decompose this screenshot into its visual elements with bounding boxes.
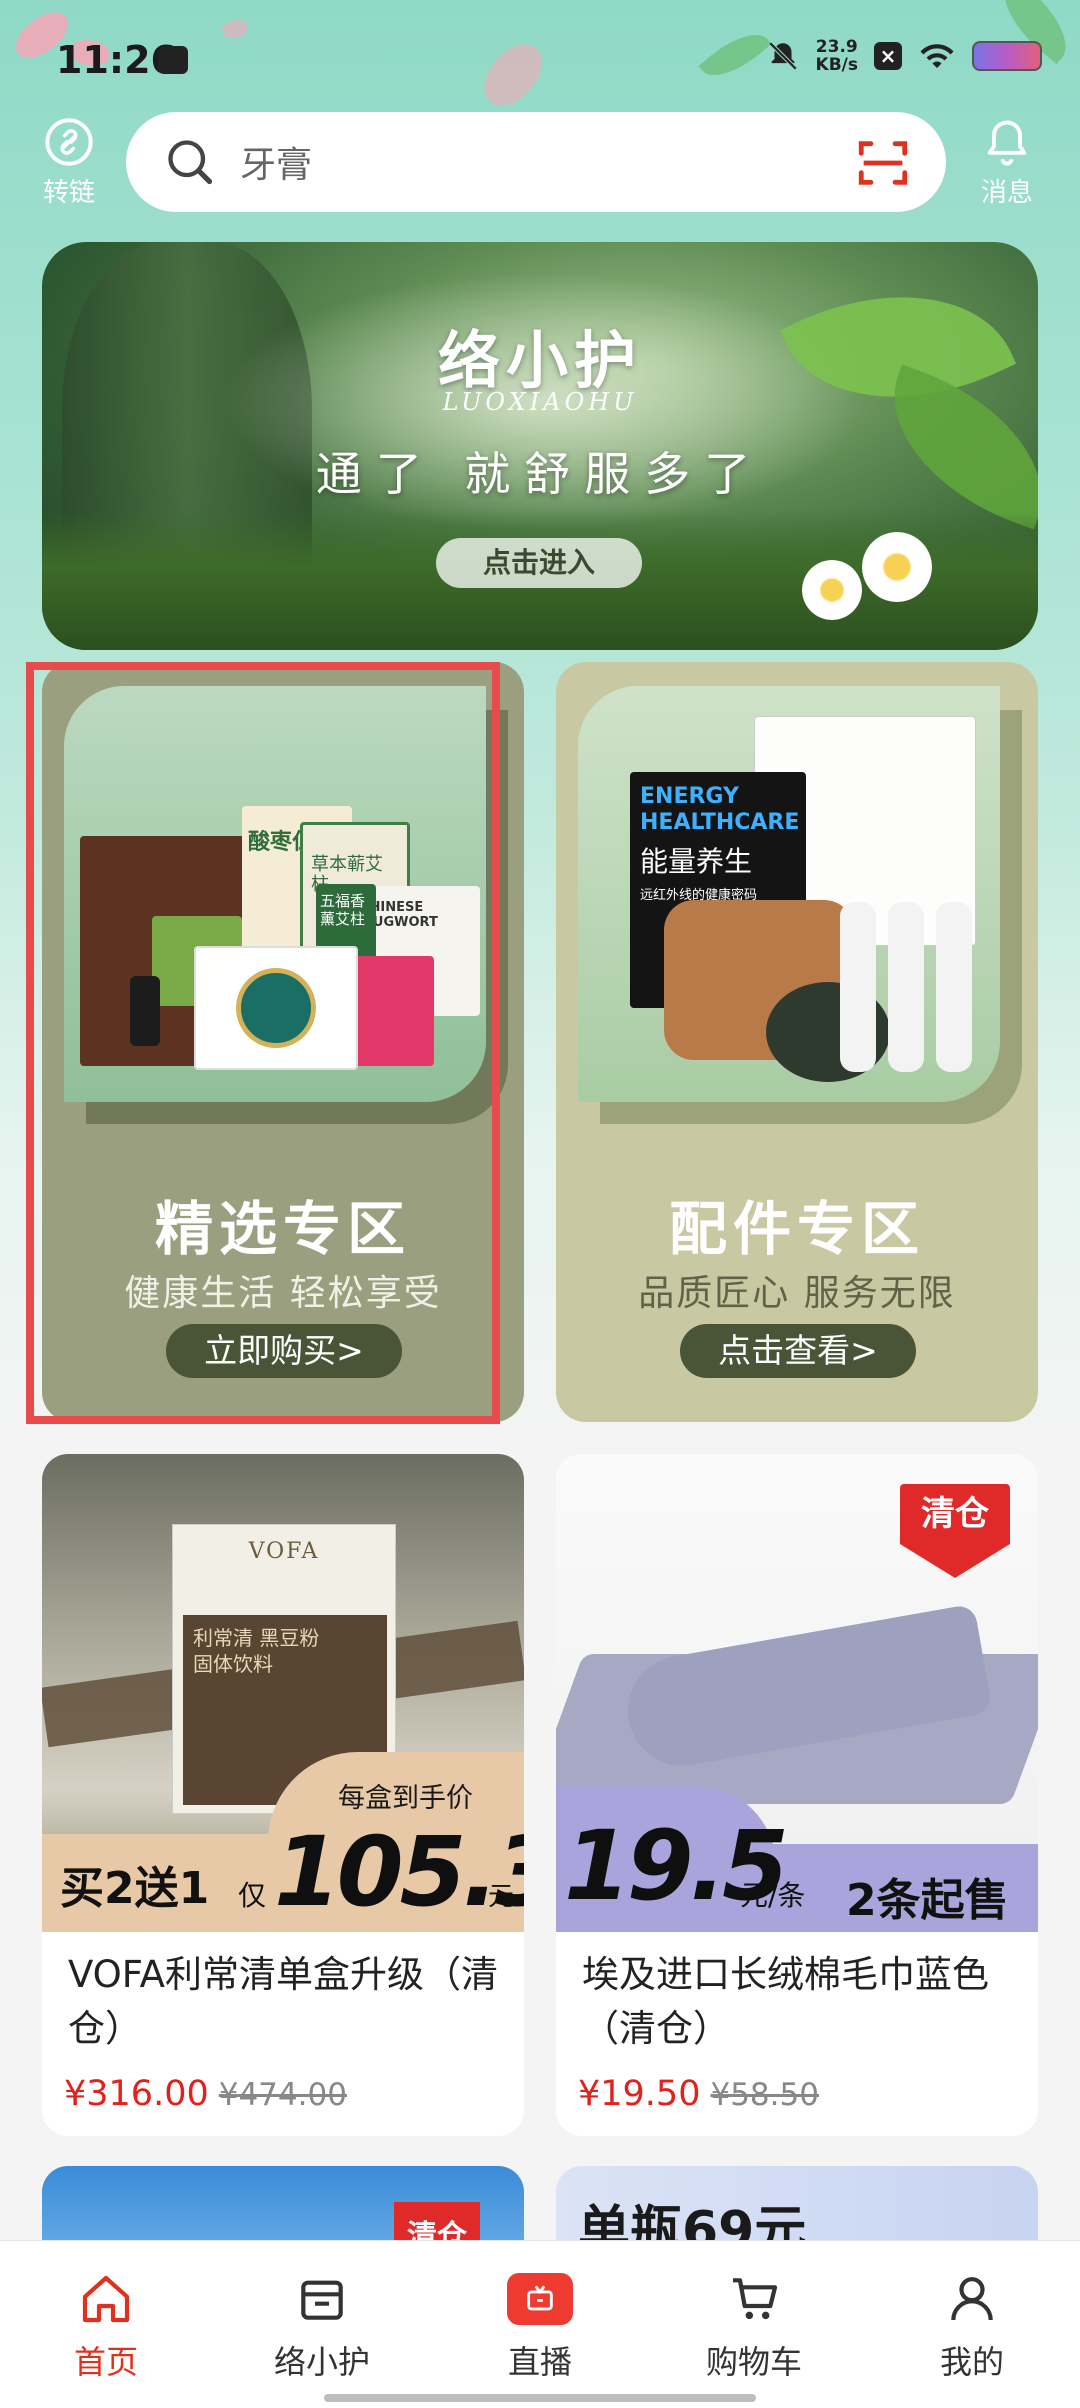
tab-label: 购物车 <box>705 2343 802 2381</box>
tab-label: 络小护 <box>273 2343 370 2381</box>
tab-label: 直播 <box>507 2343 572 2381</box>
home-indicator[interactable] <box>324 2394 756 2402</box>
mute-bell-icon <box>768 41 797 71</box>
product-price: ¥316.00 ¥474.00 <box>64 2074 347 2114</box>
flower-decoration <box>862 532 932 602</box>
original-price: ¥474.00 <box>218 2077 347 2113</box>
search-input[interactable]: 牙膏 <box>240 136 312 188</box>
product-price: ¥19.50 ¥58.50 <box>578 2074 819 2114</box>
banner-title: 络小护 <box>437 324 642 397</box>
convert-link-button[interactable]: 转链 <box>24 116 114 209</box>
product-card[interactable]: VOFA 利常清 黑豆粉固体饮料 每盒到手价 买2送1 仅 105.3 元 VO… <box>42 1454 524 2136</box>
banner-enter-button[interactable]: 点击进入 <box>436 538 642 588</box>
product-name: 埃及进口长绒棉毛巾蓝色（清仓） <box>582 1953 989 2050</box>
status-icons: 23.9 KB/s × <box>766 38 1042 74</box>
minimum-quantity: 2条起售 <box>846 1875 1009 1926</box>
banner-subtitle: LUOXIAOHU <box>442 388 638 416</box>
tab-me[interactable]: 我的 <box>902 2271 1042 2383</box>
cart-icon <box>733 2278 778 2320</box>
close-notification-icon: × <box>874 42 902 70</box>
featured-zone-image: 酸枣仁 草本蕲艾柱 CHINESE MUGWORT 五福香薰艾柱 <box>64 686 486 1102</box>
tab-live[interactable]: 直播 <box>470 2271 610 2383</box>
tab-home[interactable]: 首页 <box>36 2271 176 2383</box>
featured-zone-card[interactable]: 酸枣仁 草本蕲艾柱 CHINESE MUGWORT 五福香薰艾柱 精选专区 健康… <box>42 662 524 1422</box>
original-price: ¥58.50 <box>710 2077 819 2113</box>
promo-banner[interactable]: 络小护 LUOXIAOHU 通了 就舒服多了 点击进入 <box>42 242 1038 650</box>
featured-zone-subtitle: 健康生活 轻松享受 <box>124 1273 442 1314</box>
featured-zone-title: 精选专区 <box>154 1195 411 1263</box>
tab-cart[interactable]: 购物车 <box>684 2271 824 2383</box>
filter-image <box>936 902 972 1072</box>
filter-image <box>840 902 876 1072</box>
live-tv-icon <box>507 2273 573 2325</box>
clearance-tag: 清仓 <box>900 1484 1010 1578</box>
unit-price-label: 每盒到手价 <box>338 1783 473 1814</box>
buy-now-button[interactable]: 立即购买> <box>166 1324 402 1378</box>
unit-price-unit: 元/条 <box>740 1879 806 1912</box>
accessories-zone-subtitle: 品质匠心 服务无限 <box>638 1273 956 1314</box>
filter-image <box>888 902 924 1072</box>
scan-icon[interactable] <box>854 134 912 192</box>
tab-label: 首页 <box>73 2343 138 2381</box>
banner-slogan: 通了 就舒服多了 <box>315 447 765 501</box>
messages-button[interactable]: 消息 <box>962 116 1052 209</box>
bottle-image <box>130 976 160 1046</box>
notification-app-icon <box>158 46 188 74</box>
home-icon <box>82 2275 130 2323</box>
bottom-tab-bar: 首页 络小护 直播 购物车 我的 <box>0 2240 1080 2408</box>
search-bar[interactable]: 牙膏 <box>126 112 946 212</box>
link-icon <box>45 118 93 166</box>
accessories-zone-image: ENERGY HEALTHCARE 能量养生 远红外线的健康密码 <box>578 686 1000 1102</box>
header: 转链 牙膏 消息 <box>0 108 1080 218</box>
network-speed: 23.9 KB/s <box>815 37 858 75</box>
product-name: VOFA利常清单盒升级（清仓） <box>68 1953 498 2050</box>
promo-text: 买2送1 <box>60 1863 210 1914</box>
unit-price: 105.3 <box>274 1816 524 1928</box>
wifi-icon <box>920 44 954 68</box>
view-more-button[interactable]: 点击查看> <box>680 1324 916 1378</box>
flower-decoration <box>802 560 862 620</box>
accessories-zone-title: 配件专区 <box>668 1195 925 1263</box>
messages-label: 消息 <box>980 178 1033 208</box>
accessories-zone-card[interactable]: ENERGY HEALTHCARE 能量养生 远红外线的健康密码 配件专区 品质… <box>556 662 1038 1422</box>
product-card[interactable]: 清仓 19.5 元/条 2条起售 埃及进口长绒棉毛巾蓝色（清仓） ¥19.50 ¥… <box>556 1454 1038 2136</box>
user-icon <box>951 2277 993 2321</box>
tab-luoxiaohu[interactable]: 络小护 <box>252 2271 392 2383</box>
status-bar: 11:26 23.9 KB/s × <box>0 0 1080 110</box>
box-icon <box>301 2280 343 2320</box>
convert-link-label: 转链 <box>42 178 95 208</box>
only-label: 仅 <box>238 1879 267 1912</box>
tab-label: 我的 <box>939 2343 1004 2381</box>
search-icon <box>168 140 213 185</box>
product-box-image <box>194 946 358 1070</box>
battery-icon <box>972 41 1042 71</box>
unit-price-unit: 元 <box>488 1882 515 1912</box>
bell-icon <box>987 120 1027 166</box>
